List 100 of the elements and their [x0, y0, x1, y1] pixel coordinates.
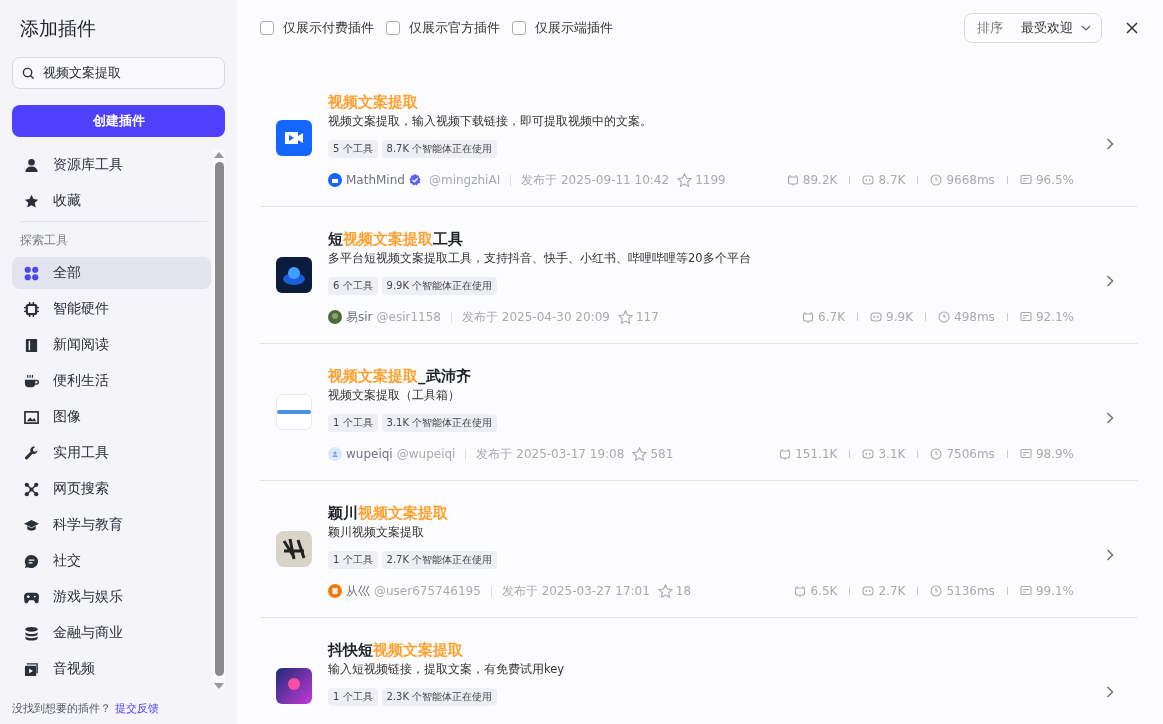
nav-item[interactable]: 社交: [12, 545, 211, 577]
plugin-description: 输入短视频链接，提取文案，有免费试用key: [328, 662, 566, 677]
plugin-title[interactable]: 视频文案提取_武沛齐: [328, 366, 1074, 386]
call-count: 151.1K: [795, 447, 838, 461]
nav-item[interactable]: 便利生活: [12, 365, 211, 397]
search-field[interactable]: 视频文案提取: [12, 57, 225, 89]
glowing-orb-logo: [276, 257, 312, 293]
plugin-title[interactable]: 短视频文案提取工具: [328, 229, 1074, 249]
sort-value: 最受欢迎: [1021, 19, 1073, 37]
checkbox[interactable]: [260, 21, 274, 35]
message-check-icon: [1019, 311, 1032, 323]
nav-item[interactable]: 音视频: [12, 653, 211, 685]
nav-item[interactable]: 游戏与娱乐: [12, 581, 211, 613]
nav-item[interactable]: 金融与商业: [12, 617, 211, 649]
plugin-description: 多平台短视频文案提取工具，支持抖音、快手、小红书、哔哩哔哩等20多个平台: [328, 251, 752, 266]
bot-count: 3.1K: [878, 447, 906, 461]
clock-icon: [930, 174, 943, 186]
plugin-title[interactable]: 抖快短视频文案提取: [328, 640, 1074, 660]
success-rate: 96.5%: [1035, 173, 1074, 187]
star-outline-icon: [617, 309, 633, 325]
bot-count: 9.9K: [886, 310, 913, 324]
person-icon: [24, 157, 39, 173]
checkbox[interactable]: [512, 21, 526, 35]
tag: 2.3K 个智能体正在使用: [381, 688, 498, 706]
plug-icon: [794, 585, 807, 597]
plugin-title[interactable]: 颖川视频文案提取: [328, 503, 1074, 523]
publish-date: 发布于 2025-03-27 17:01: [501, 582, 650, 600]
close-icon[interactable]: [1126, 22, 1138, 34]
bot-icon: [862, 448, 875, 460]
success-rate: 99.1%: [1035, 584, 1074, 598]
favorite-count: 581: [650, 447, 674, 461]
book-icon: [24, 337, 39, 353]
chevron-right-icon[interactable]: [1106, 686, 1114, 698]
neon-poster-logo: [276, 668, 312, 704]
section-label: 探索工具: [19, 232, 69, 249]
nav-item[interactable]: 资源库工具: [12, 149, 211, 181]
nav-item[interactable]: 科学与教育: [12, 509, 211, 541]
star-outline-icon: [677, 172, 693, 188]
clock-icon: [938, 311, 950, 323]
brush-art-logo: [276, 531, 312, 567]
message-check-icon: [1019, 585, 1032, 597]
footer-text: 没找到想要的插件？: [12, 701, 111, 716]
nav-item[interactable]: 收藏: [12, 185, 211, 217]
filter-label[interactable]: 仅展示付费插件: [283, 19, 374, 37]
filter-label[interactable]: 仅展示官方插件: [409, 19, 500, 37]
publish-date: 发布于 2025-03-17 19:08: [476, 445, 625, 463]
graduation-cap-icon: [24, 517, 39, 533]
checkbox[interactable]: [386, 21, 400, 35]
chip-icon: [24, 301, 39, 317]
plug-icon: [786, 174, 799, 186]
grid-icon: [24, 265, 39, 281]
chevron-right-icon[interactable]: [1106, 275, 1114, 287]
chevron-right-icon[interactable]: [1106, 549, 1114, 561]
chat-icon: [24, 553, 39, 569]
wrench-icon: [24, 445, 39, 461]
author-handle: @mingzhiAI: [428, 173, 501, 187]
nav-item[interactable]: 网页搜索: [12, 473, 211, 505]
author-name[interactable]: MathMind: [346, 173, 405, 187]
create-plugin-button[interactable]: 创建插件: [12, 105, 225, 137]
panel-title: 添加插件: [20, 16, 97, 41]
author-handle: @wupeiqi: [396, 447, 456, 461]
sort-label: 排序: [977, 19, 1003, 37]
favorite-count: 18: [675, 584, 692, 598]
latency: 9668ms: [946, 173, 995, 187]
tag: 1 个工具: [328, 414, 378, 432]
plugin-description: 颖川视频文案提取: [328, 525, 425, 540]
favorite-count: 117: [635, 310, 659, 324]
chevron-right-icon[interactable]: [1106, 138, 1114, 150]
author-handle: @esir1158: [376, 310, 441, 324]
author-name[interactable]: wupeiqi: [346, 447, 393, 461]
nav-item[interactable]: 智能硬件: [12, 293, 211, 325]
tag: 3.1K 个智能体正在使用: [381, 414, 498, 432]
star-outline-icon: [632, 446, 648, 462]
sort-dropdown[interactable]: 排序 最受欢迎: [964, 13, 1102, 43]
nav-item[interactable]: 全部: [12, 257, 211, 289]
scroll-up-icon[interactable]: [214, 152, 224, 158]
bot-count: 2.7K: [878, 584, 906, 598]
star-outline-icon: [657, 583, 673, 599]
image-icon: [24, 409, 39, 425]
feedback-link[interactable]: 提交反馈: [115, 701, 159, 716]
avatar-icon: [328, 447, 342, 461]
tag: 8.7K 个智能体正在使用: [381, 140, 498, 158]
filter-label[interactable]: 仅展示端插件: [535, 19, 613, 37]
nav-item[interactable]: 新闻阅读: [12, 329, 211, 361]
logo-image: [276, 394, 312, 430]
message-check-icon: [1019, 448, 1032, 460]
scrollbar-thumb[interactable]: [214, 162, 224, 676]
author-name[interactable]: 从巛: [346, 582, 370, 600]
video-camera-logo: [276, 120, 312, 156]
tag: 6 个工具: [328, 277, 378, 295]
nav-item[interactable]: 实用工具: [12, 437, 211, 469]
plugin-description: 视频文案提取，输入视频下载链接，即可提取视频中的文案。: [328, 114, 653, 129]
chevron-right-icon[interactable]: [1106, 412, 1114, 424]
author-name[interactable]: 易sir: [346, 308, 373, 326]
scroll-down-icon[interactable]: [214, 683, 224, 689]
nav-item[interactable]: 图像: [12, 401, 211, 433]
tag: 5 个工具: [328, 140, 378, 158]
tag: 2.7K 个智能体正在使用: [381, 551, 498, 569]
publish-date: 发布于 2025-04-30 20:09: [462, 308, 610, 326]
clock-icon: [930, 585, 943, 597]
